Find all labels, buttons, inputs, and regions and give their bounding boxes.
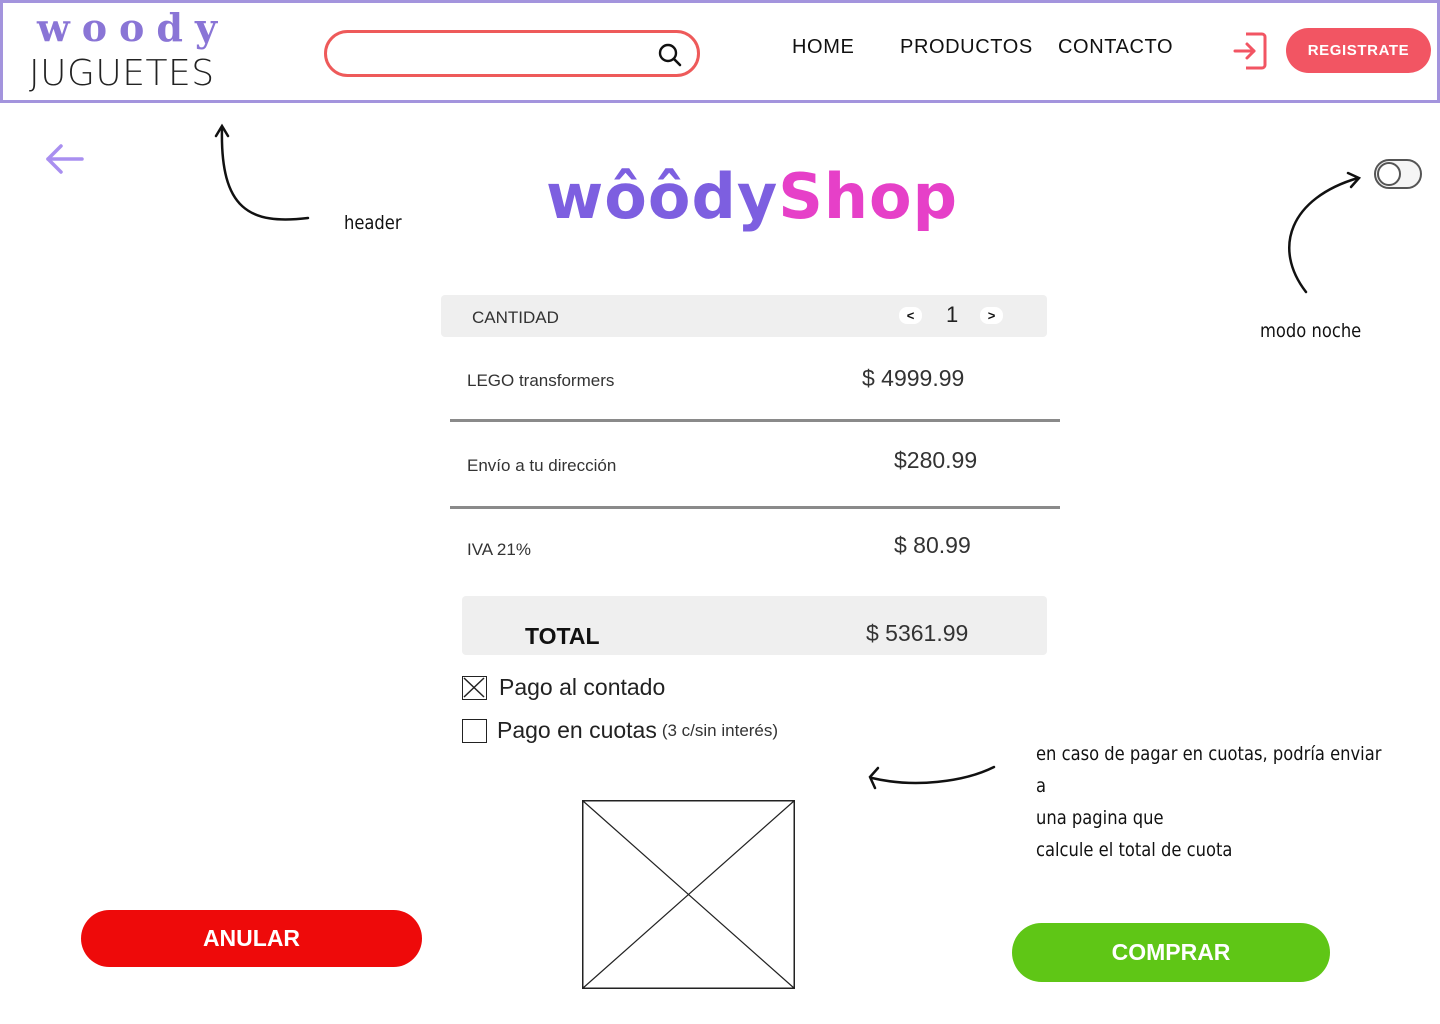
payment-installments-note: (3 c/sin interés) bbox=[661, 720, 779, 740]
divider bbox=[450, 419, 1060, 422]
shipping-label: Envío a tu dirección bbox=[467, 456, 617, 475]
product-price: $ 4999.99 bbox=[862, 365, 965, 391]
payment-cash-option[interactable]: Pago al contado bbox=[462, 674, 665, 701]
payment-installments-option[interactable]: Pago en cuotas (3 c/sin interés) bbox=[462, 717, 778, 744]
nav-home[interactable]: HOME bbox=[792, 36, 854, 59]
total-bar: TOTAL $ 5361.99 bbox=[462, 596, 1047, 655]
login-icon[interactable] bbox=[1232, 30, 1268, 72]
logo-juguetes[interactable]: JUGUETES bbox=[29, 53, 215, 94]
image-placeholder bbox=[582, 800, 795, 989]
shop-logo-woody: wôôdy bbox=[546, 160, 779, 233]
quantity-decrement-button[interactable]: < bbox=[899, 307, 922, 324]
payment-cash-checkbox[interactable] bbox=[462, 675, 487, 700]
header: woody JUGUETES HOME PRODUCTOS CONTACTO R… bbox=[0, 0, 1440, 103]
logo-woody[interactable]: woody bbox=[37, 5, 229, 50]
quantity-value: 1 bbox=[946, 302, 959, 327]
annotation-arrow-night-mode bbox=[1288, 171, 1362, 294]
quantity-bar: CANTIDAD < 1 > bbox=[441, 295, 1047, 337]
register-button[interactable]: REGISTRATE bbox=[1286, 28, 1431, 73]
search-icon[interactable] bbox=[657, 42, 683, 68]
arrow-left-icon[interactable] bbox=[44, 142, 86, 176]
search-input[interactable] bbox=[324, 30, 700, 77]
quantity-label: CANTIDAD bbox=[472, 308, 559, 327]
shop-logo: wôôdyShop bbox=[546, 160, 958, 233]
annotation-night-mode: modo noche bbox=[1260, 320, 1362, 342]
annotation-installments: en caso de pagar en cuotas, podría envia… bbox=[1036, 743, 1382, 861]
divider bbox=[450, 506, 1060, 509]
nav-productos[interactable]: PRODUCTOS bbox=[900, 36, 1033, 59]
payment-installments-checkbox[interactable] bbox=[462, 718, 487, 743]
checked-x-icon bbox=[463, 676, 485, 698]
night-mode-toggle[interactable] bbox=[1374, 159, 1422, 189]
total-value: $ 5361.99 bbox=[866, 620, 969, 646]
tax-value: $ 80.99 bbox=[894, 532, 971, 558]
annotation-header: header bbox=[344, 212, 402, 234]
buy-button[interactable]: COMPRAR bbox=[1012, 923, 1330, 982]
product-name: LEGO transformers bbox=[467, 371, 615, 390]
annotation-arrow-header bbox=[214, 123, 310, 221]
toggle-knob bbox=[1377, 162, 1401, 186]
payment-installments-label: Pago en cuotas bbox=[497, 717, 657, 743]
nav-contacto[interactable]: CONTACTO bbox=[1058, 36, 1173, 59]
quantity-increment-button[interactable]: > bbox=[980, 307, 1003, 324]
annotation-arrow-installments bbox=[868, 765, 996, 790]
shipping-price: $280.99 bbox=[894, 447, 978, 473]
shop-logo-shop: Shop bbox=[778, 160, 959, 233]
cancel-button[interactable]: ANULAR bbox=[81, 910, 422, 967]
tax-label: IVA 21% bbox=[467, 540, 531, 559]
total-label: TOTAL bbox=[525, 623, 600, 649]
payment-cash-label: Pago al contado bbox=[499, 674, 666, 700]
